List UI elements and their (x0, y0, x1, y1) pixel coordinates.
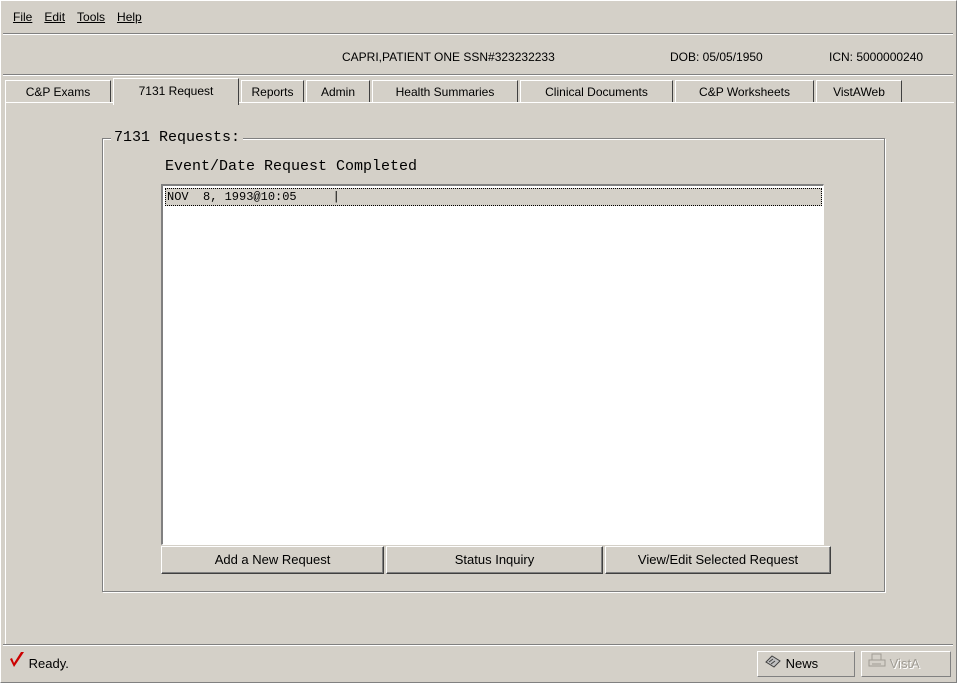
tab-admin[interactable]: Admin (306, 80, 370, 102)
news-button[interactable]: News (757, 651, 855, 677)
patient-divider (3, 74, 953, 76)
patient-name-ssn: CAPRI,PATIENT ONE SSN#323232233 (342, 50, 555, 64)
menu-help-label: Help (117, 10, 142, 24)
vista-label: VistA (889, 656, 920, 671)
tab-cp-exams[interactable]: C&P Exams (5, 80, 111, 102)
patient-bar: CAPRI,PATIENT ONE SSN#323232233 DOB: 05/… (7, 43, 953, 71)
news-label: News (785, 656, 819, 671)
tab-health-summaries[interactable]: Health Summaries (372, 80, 518, 102)
tab-clinical-documents[interactable]: Clinical Documents (520, 80, 673, 102)
status-divider (3, 644, 953, 646)
tab-cp-worksheets[interactable]: C&P Worksheets (675, 80, 814, 102)
vista-button[interactable]: VistA (861, 651, 951, 677)
check-mark-icon (9, 651, 25, 678)
patient-icn: ICN: 5000000240 (829, 50, 924, 64)
requests-group-title: 7131 Requests: (111, 129, 244, 147)
tab-7131-request[interactable]: 7131 Request (113, 78, 239, 105)
patient-dob: DOB: 05/05/1950 (670, 50, 763, 64)
add-request-button[interactable]: Add a New Request (161, 546, 384, 574)
view-edit-request-button[interactable]: View/Edit Selected Request (605, 546, 831, 574)
requests-listbox[interactable]: NOV 8, 1993@10:05 | (161, 184, 824, 545)
tab-reports[interactable]: Reports (241, 80, 304, 102)
tab-vistaweb[interactable]: VistAWeb (816, 80, 902, 102)
menu-tools[interactable]: Tools (71, 8, 111, 26)
view-edit-request-label: View/Edit Selected Request (637, 552, 799, 567)
news-icon (764, 653, 782, 677)
column-header: Event/Date Request Completed (165, 158, 418, 175)
add-request-label: Add a New Request (214, 552, 331, 567)
main-window: File Edit Tools Help CAPRI,PATIENT ONE S… (0, 0, 957, 683)
tab-strip: C&P Exams 7131 Request Reports Admin Hea… (5, 78, 951, 105)
printer-icon (868, 653, 886, 677)
menu-tools-label: Tools (77, 10, 106, 24)
status-inquiry-button[interactable]: Status Inquiry (386, 546, 603, 574)
status-inquiry-label: Status Inquiry (454, 552, 535, 567)
menu-bar: File Edit Tools Help (7, 3, 953, 31)
menu-divider (3, 33, 953, 35)
status-bar: Ready. News VistA (5, 647, 955, 681)
menu-file[interactable]: File (7, 8, 38, 26)
list-item[interactable]: NOV 8, 1993@10:05 | (165, 188, 822, 206)
status-text: Ready. (28, 656, 69, 671)
status-panel: Ready. (9, 651, 749, 677)
menu-edit[interactable]: Edit (38, 8, 71, 26)
menu-file-label: File (13, 10, 33, 24)
menu-help[interactable]: Help (111, 8, 148, 26)
menu-edit-label: Edit (44, 10, 66, 24)
